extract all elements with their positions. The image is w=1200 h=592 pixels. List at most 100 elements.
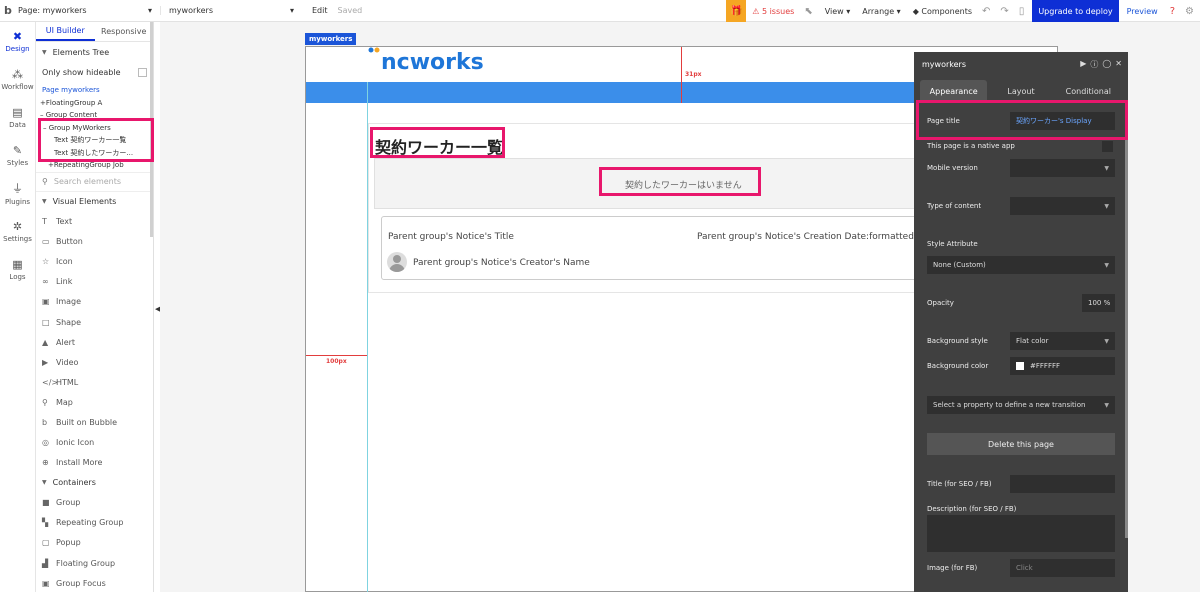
bg-style-dropdown[interactable]: Flat color ▼ bbox=[1010, 332, 1115, 350]
element-group[interactable]: ■ Group bbox=[36, 493, 153, 513]
rail-item-logs[interactable]: ▦ Logs bbox=[0, 250, 35, 288]
repeating-group[interactable] bbox=[381, 216, 928, 280]
style-attribute-label: Style Attribute bbox=[927, 240, 978, 248]
element-ionic-icon[interactable]: ◎ Ionic Icon bbox=[36, 433, 153, 453]
delete-page-button[interactable]: Delete this page bbox=[927, 433, 1115, 455]
settings-icon[interactable]: ⚙ bbox=[1185, 6, 1194, 17]
alert-icon: ▲ bbox=[42, 337, 49, 347]
bg-style-value: Flat color bbox=[1016, 337, 1049, 345]
components-button[interactable]: ◆ Components bbox=[913, 7, 972, 16]
preview-button[interactable]: Preview bbox=[1127, 7, 1158, 16]
notice-date-text[interactable]: Parent group's Notice's Creation Date:fo… bbox=[697, 232, 941, 242]
only-show-hideable-checkbox[interactable] bbox=[138, 67, 147, 77]
element-built-on-bubble[interactable]: b Built on Bubble bbox=[36, 412, 153, 432]
element-install-more[interactable]: ⊕ Install More bbox=[36, 453, 153, 473]
comment-icon[interactable]: ◯ bbox=[1102, 59, 1111, 70]
page-selector[interactable]: Page: myworkers ▾ bbox=[18, 6, 160, 15]
image-fb-value: Click bbox=[1016, 564, 1033, 572]
property-editor-scrollbar[interactable] bbox=[1125, 118, 1128, 538]
element-group-focus[interactable]: ▣ Group Focus bbox=[36, 573, 153, 592]
edit-menu[interactable]: Edit bbox=[312, 6, 328, 15]
containers-header[interactable]: ▼ Containers bbox=[36, 473, 153, 493]
element-popup[interactable]: ▢ Popup bbox=[36, 533, 153, 553]
play-icon[interactable]: ▶ bbox=[1080, 59, 1086, 70]
native-app-checkbox[interactable] bbox=[1102, 141, 1113, 152]
info-icon[interactable]: ⓘ bbox=[1090, 59, 1098, 70]
element-image[interactable]: ▣ Image bbox=[36, 292, 153, 312]
tab-conditional[interactable]: Conditional bbox=[1055, 80, 1122, 102]
help-icon[interactable]: ? bbox=[1170, 6, 1175, 17]
tab-appearance[interactable]: Appearance bbox=[920, 80, 988, 102]
built-on-bubble-icon: b bbox=[42, 417, 48, 427]
element-text[interactable]: T Text bbox=[36, 212, 153, 232]
bg-style-label: Background style bbox=[927, 337, 988, 345]
arrange-menu[interactable]: Arrange ▾ bbox=[862, 7, 900, 16]
avatar[interactable] bbox=[387, 252, 407, 272]
top-bar: b Page: myworkers ▾ myworkers ▾ Edit Sav… bbox=[0, 0, 1200, 22]
search-elements-field[interactable]: ⚲ Search elements bbox=[36, 171, 153, 192]
style-attribute-value: None (Custom) bbox=[933, 261, 986, 269]
mobile-version-dropdown[interactable]: ▼ bbox=[1010, 159, 1115, 177]
page-badge[interactable]: myworkers bbox=[305, 33, 357, 45]
rail-item-design[interactable]: ✖ Design bbox=[0, 22, 35, 60]
element-selector[interactable]: myworkers ▾ bbox=[160, 6, 302, 15]
tree-item-floating-group[interactable]: +FloatingGroup A bbox=[36, 97, 153, 110]
element-video[interactable]: ▶ Video bbox=[36, 352, 153, 372]
element-alert[interactable]: ▲ Alert bbox=[36, 332, 153, 352]
close-icon[interactable]: ✕ bbox=[1115, 59, 1122, 70]
map-icon: ⚲ bbox=[42, 397, 48, 407]
search-elements-placeholder: Search elements bbox=[53, 177, 122, 186]
tab-layout[interactable]: Layout bbox=[987, 80, 1054, 102]
rail-item-styles[interactable]: ✎ Styles bbox=[0, 136, 35, 174]
notice-title-text[interactable]: Parent group's Notice's Title bbox=[388, 232, 514, 242]
only-show-hideable-row: Only show hideable bbox=[36, 62, 153, 82]
undo-icon[interactable]: ↶ bbox=[982, 6, 990, 17]
image-fb-field[interactable]: Click bbox=[1010, 559, 1115, 577]
issues-button[interactable]: ⚠ 5 issues bbox=[752, 7, 794, 16]
rail-item-workflow[interactable]: ⁂ Workflow bbox=[0, 60, 35, 98]
element-repeating-group[interactable]: ▚ Repeating Group bbox=[36, 513, 153, 533]
property-editor-header[interactable]: myworkers ▶ ⓘ ◯ ✕ bbox=[914, 52, 1128, 76]
rail-item-plugins[interactable]: ⏚ Plugins bbox=[0, 174, 35, 212]
bubble-logo-icon[interactable]: b bbox=[4, 4, 18, 17]
logo-text[interactable]: ncworks bbox=[381, 50, 484, 75]
arrange-label: Arrange bbox=[862, 6, 895, 16]
element-floating-group[interactable]: ▟ Floating Group bbox=[36, 553, 153, 573]
element-link[interactable]: ∞ Link bbox=[36, 272, 153, 292]
element-html[interactable]: </> HTML bbox=[36, 372, 153, 392]
view-menu[interactable]: View ▾ bbox=[825, 7, 851, 16]
rail-item-label: Styles bbox=[6, 158, 29, 167]
tab-ui-builder[interactable]: UI Builder bbox=[36, 22, 95, 41]
element-icon[interactable]: ☆ Icon bbox=[36, 252, 153, 272]
redo-icon[interactable]: ↷ bbox=[1000, 6, 1008, 17]
element-shape[interactable]: □ Shape bbox=[36, 312, 153, 332]
seo-desc-field[interactable] bbox=[927, 515, 1115, 552]
type-of-content-dropdown[interactable]: ▼ bbox=[1010, 197, 1115, 215]
rail-item-data[interactable]: ▤ Data bbox=[0, 98, 35, 136]
notice-creator-text[interactable]: Parent group's Notice's Creator's Name bbox=[413, 258, 590, 268]
rail-item-label: Settings bbox=[3, 234, 32, 243]
upgrade-button[interactable]: Upgrade to deploy bbox=[1032, 0, 1119, 22]
element-button[interactable]: ▭ Button bbox=[36, 232, 153, 252]
tree-item-page[interactable]: Page myworkers bbox=[36, 84, 153, 97]
rail-item-settings[interactable]: ✲ Settings bbox=[0, 212, 35, 250]
element-label: Shape bbox=[56, 317, 82, 327]
containers-label: Containers bbox=[52, 478, 96, 488]
opacity-field[interactable]: 100 % bbox=[1082, 294, 1115, 312]
style-attribute-dropdown[interactable]: None (Custom) ▼ bbox=[927, 256, 1115, 274]
page-title-highlight bbox=[916, 100, 1128, 140]
transition-dropdown[interactable]: Select a property to define a new transi… bbox=[927, 396, 1115, 414]
element-map[interactable]: ⚲ Map bbox=[36, 392, 153, 412]
color-swatch[interactable] bbox=[1016, 362, 1024, 370]
tab-responsive[interactable]: Responsive bbox=[95, 22, 154, 41]
rail-item-label: Plugins bbox=[4, 198, 31, 206]
gift-icon[interactable]: 🎁 bbox=[726, 0, 747, 22]
opacity-value: 100 % bbox=[1088, 299, 1111, 307]
pointer-icon[interactable]: ⬉ bbox=[804, 6, 812, 17]
responsive-icon[interactable]: ▯ bbox=[1019, 6, 1025, 17]
elements-tree-header[interactable]: ▼ Elements Tree bbox=[36, 42, 153, 62]
element-label: Popup bbox=[56, 538, 81, 548]
seo-title-field[interactable] bbox=[1010, 475, 1115, 493]
visual-elements-header[interactable]: ▼ Visual Elements bbox=[36, 192, 153, 212]
bg-color-field[interactable]: #FFFFFF bbox=[1010, 357, 1115, 375]
